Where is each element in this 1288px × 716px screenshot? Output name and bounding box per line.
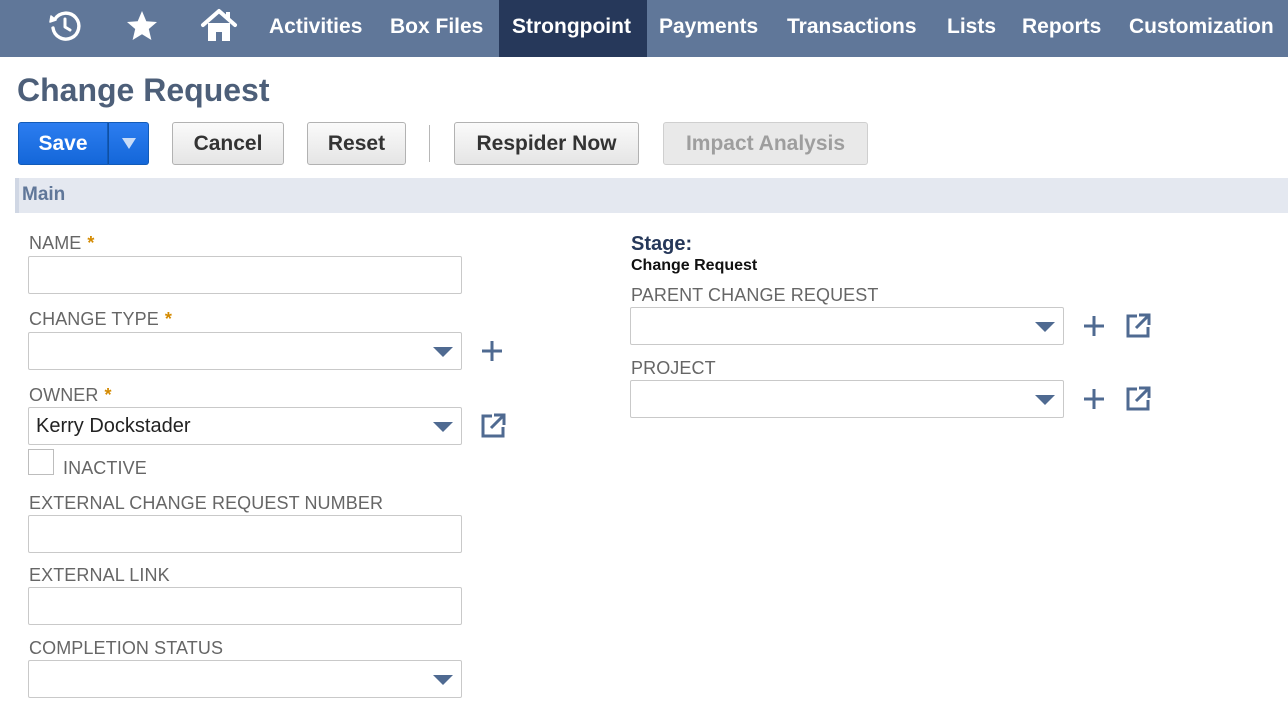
owner-select[interactable]: Kerry Dockstader [28, 407, 462, 445]
nav-payments[interactable]: Payments [659, 0, 758, 57]
home-icon[interactable] [199, 6, 239, 46]
save-button[interactable]: Save [18, 122, 108, 165]
inactive-label: INACTIVE [63, 458, 147, 478]
completion-status-select[interactable] [28, 660, 462, 698]
chevron-down-icon [433, 347, 453, 357]
change-type-select[interactable] [28, 332, 462, 370]
required-marker: * [104, 385, 112, 405]
reset-button[interactable]: Reset [307, 122, 406, 165]
chevron-down-icon [1035, 322, 1055, 332]
required-marker: * [164, 309, 172, 329]
nav-activities[interactable]: Activities [269, 0, 362, 57]
nav-strongpoint[interactable]: Strongpoint [499, 0, 647, 57]
project-select[interactable] [630, 380, 1064, 418]
project-label: PROJECT [631, 358, 716, 378]
inactive-checkbox[interactable] [28, 449, 54, 475]
add-change-type-icon[interactable] [478, 337, 506, 365]
change-type-label: CHANGE TYPE * [29, 309, 172, 329]
parent-change-request-select[interactable] [630, 307, 1064, 345]
recent-icon[interactable] [46, 6, 84, 46]
open-owner-icon[interactable] [479, 412, 507, 440]
chevron-down-icon [1035, 395, 1055, 405]
chevron-down-icon [433, 675, 453, 685]
nav-box-files[interactable]: Box Files [390, 0, 483, 57]
chevron-down-icon [433, 422, 453, 432]
stage-value: Change Request [631, 257, 758, 274]
add-parent-change-request-icon[interactable] [1080, 312, 1108, 340]
page-title: Change Request [17, 72, 270, 108]
toolbar-divider [429, 125, 430, 162]
top-navigation: Activities Box Files Strongpoint Payment… [0, 0, 1288, 57]
cancel-button[interactable]: Cancel [172, 122, 284, 165]
nav-lists[interactable]: Lists [947, 0, 996, 57]
section-main[interactable]: Main [15, 178, 1288, 213]
external-number-input[interactable] [28, 515, 462, 553]
name-input[interactable] [28, 256, 462, 294]
open-project-icon[interactable] [1124, 385, 1152, 413]
required-marker: * [87, 233, 95, 253]
star-icon[interactable] [124, 6, 160, 46]
chevron-down-icon [121, 138, 136, 149]
respider-now-button[interactable]: Respider Now [454, 122, 639, 165]
open-parent-change-request-icon[interactable] [1124, 312, 1152, 340]
nav-customization[interactable]: Customization [1129, 0, 1274, 57]
name-label: NAME * [29, 233, 95, 253]
external-link-input[interactable] [28, 587, 462, 625]
stage-label: Stage: [631, 233, 693, 255]
completion-status-label: COMPLETION STATUS [29, 638, 224, 658]
nav-reports[interactable]: Reports [1022, 0, 1101, 57]
save-button-group: Save [18, 122, 149, 165]
external-link-label: EXTERNAL LINK [29, 565, 170, 585]
parent-change-request-label: PARENT CHANGE REQUEST [631, 285, 879, 305]
external-number-label: EXTERNAL CHANGE REQUEST NUMBER [29, 493, 384, 513]
nav-transactions[interactable]: Transactions [787, 0, 917, 57]
section-main-label: Main [22, 184, 66, 205]
owner-value: Kerry Dockstader [36, 415, 191, 437]
add-project-icon[interactable] [1080, 385, 1108, 413]
save-dropdown-button[interactable] [108, 122, 149, 165]
impact-analysis-button: Impact Analysis [663, 122, 868, 165]
owner-label: OWNER * [29, 385, 112, 405]
